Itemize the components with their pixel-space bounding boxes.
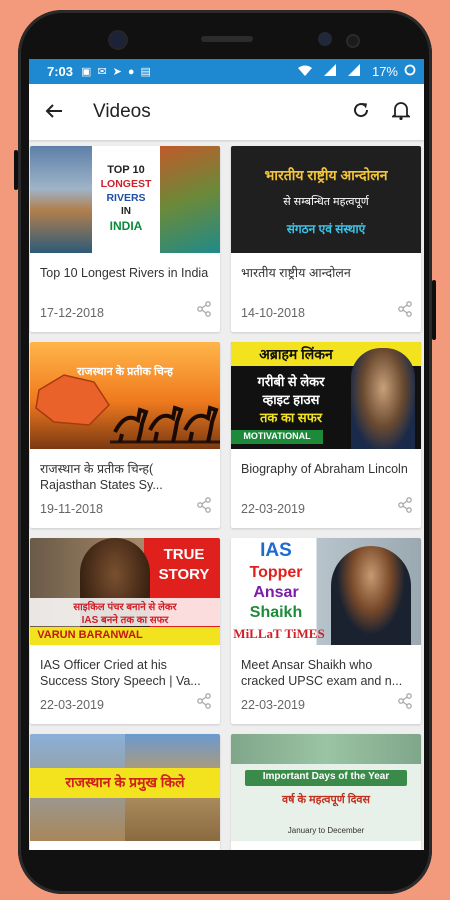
thumb-text: RIVERS xyxy=(106,192,146,204)
share-icon xyxy=(398,693,412,709)
share-button[interactable] xyxy=(196,301,212,322)
video-thumbnail[interactable]: IAS Topper Ansar Shaikh MiLLaT TiMES xyxy=(231,538,421,645)
share-button[interactable] xyxy=(196,497,212,518)
power-button xyxy=(432,280,436,340)
app-bar: Videos xyxy=(29,84,424,140)
proximity-sensor xyxy=(318,32,332,46)
thumb-text: साइकिल पंचर बनाने से लेकर xyxy=(73,602,177,613)
video-date: 17-12-2018 xyxy=(40,306,104,320)
share-button[interactable] xyxy=(196,693,212,714)
share-icon xyxy=(398,497,412,513)
twitter-notification-icon: ● xyxy=(127,65,135,78)
thumb-text: VARUN BARANWAL xyxy=(37,629,143,641)
video-date: 22-03-2019 xyxy=(40,698,104,712)
video-card[interactable]: राजस्थान के प्रतीक चिन्ह राजस्थान के प्र… xyxy=(30,342,220,528)
share-button[interactable] xyxy=(397,301,413,322)
share-icon xyxy=(398,301,412,317)
video-thumbnail[interactable]: अब्राहम लिंकन गरीबी से लेकर व्हाइट हाउस … xyxy=(231,342,421,449)
video-grid: TOP 10 LONGEST RIVERS IN INDIA Top 10 Lo… xyxy=(30,140,424,850)
thumb-text: Shaikh xyxy=(249,604,303,621)
bell-icon xyxy=(390,101,412,120)
video-date: 14-10-2018 xyxy=(241,306,305,320)
video-card[interactable]: TRUE STORY साइकिल पंचर बनाने से लेकर IAS… xyxy=(30,538,220,724)
video-date: 22-03-2019 xyxy=(241,502,305,516)
gallery-notification-icon: ▣ xyxy=(81,66,92,78)
thumb-text: IAS बनने तक का सफर xyxy=(81,615,169,626)
thumb-text: LONGEST xyxy=(100,178,152,190)
video-thumbnail[interactable]: राजस्थान के प्रतीक चिन्ह xyxy=(30,342,220,449)
thumb-text: STORY xyxy=(158,566,210,583)
video-title: Top 10 Longest Rivers in India xyxy=(40,266,209,280)
signal-icon xyxy=(323,64,336,79)
thumb-text: MiLLaT TiMES xyxy=(233,626,325,641)
page-title: Videos xyxy=(93,101,151,122)
back-button[interactable] xyxy=(29,99,79,125)
send-notification-icon: ➤ xyxy=(112,66,122,78)
battery-icon xyxy=(404,64,416,79)
thumb-text: संगठन एवं संस्थाएं xyxy=(286,222,366,236)
thumb-text: से सम्बन्धित महत्वपूर्ण xyxy=(283,196,369,208)
video-card[interactable]: भारतीय राष्ट्रीय आन्दोलन से सम्बन्धित मह… xyxy=(231,146,421,332)
thumb-text: वर्ष के महत्वपूर्ण दिवस xyxy=(282,794,370,806)
video-card[interactable]: TOP 10 LONGEST RIVERS IN INDIA Top 10 Lo… xyxy=(30,146,220,332)
thumb-text: TRUE xyxy=(163,546,205,563)
video-title: Meet Ansar Shaikh who cracked UPSC exam … xyxy=(241,658,403,688)
share-button[interactable] xyxy=(397,693,413,714)
thumb-text: Ansar xyxy=(253,584,299,601)
secondary-camera xyxy=(348,36,358,46)
front-camera xyxy=(110,32,126,48)
battery-percent: 17% xyxy=(371,64,398,79)
video-date: 22-03-2019 xyxy=(241,698,305,712)
news-notification-icon: ▤ xyxy=(140,66,151,78)
thumb-text: तक का सफर xyxy=(259,410,323,425)
refresh-icon xyxy=(354,102,369,117)
thumb-text: Topper xyxy=(249,564,303,581)
video-title: राजस्थान के प्रतीक चिन्ह( Rajasthan Stat… xyxy=(40,462,163,492)
thumb-text: गरीबी से लेकर xyxy=(257,374,325,389)
thumb-text: व्हाइट हाउस xyxy=(262,392,320,407)
app-screen: 7:03 ▣ ✉ ➤ ● ▤ 17% Videos TOP 10 LONGEST… xyxy=(29,59,424,850)
video-thumbnail[interactable]: TRUE STORY साइकिल पंचर बनाने से लेकर IAS… xyxy=(30,538,220,645)
share-button[interactable] xyxy=(397,497,413,518)
video-thumbnail[interactable]: Important Days of the Year वर्ष के महत्व… xyxy=(231,734,421,841)
thumb-text: IAS xyxy=(260,540,292,561)
video-date: 19-11-2018 xyxy=(40,502,104,516)
video-card[interactable]: राजस्थान के प्रमुख किले xyxy=(30,734,220,850)
thumb-text: MOTIVATIONAL xyxy=(243,431,311,441)
status-time: 7:03 xyxy=(47,64,74,79)
status-bar: 7:03 ▣ ✉ ➤ ● ▤ 17% xyxy=(29,59,424,84)
share-icon xyxy=(197,301,211,317)
thumb-text: अब्राहम लिंकन xyxy=(259,346,333,362)
thumb-text: Important Days of the Year xyxy=(262,771,390,782)
video-card[interactable]: अब्राहम लिंकन गरीबी से लेकर व्हाइट हाउस … xyxy=(231,342,421,528)
video-card[interactable]: IAS Topper Ansar Shaikh MiLLaT TiMES Mee… xyxy=(231,538,421,724)
earpiece-speaker xyxy=(201,36,253,42)
thumb-text: IN xyxy=(121,206,131,217)
share-icon xyxy=(197,693,211,709)
mail-notification-icon: ✉ xyxy=(97,66,107,78)
thumb-text: January to December xyxy=(287,826,365,835)
video-title: भारतीय राष्ट्रीय आन्दोलन xyxy=(241,266,351,280)
arrow-left-icon xyxy=(45,104,62,118)
video-thumbnail[interactable]: TOP 10 LONGEST RIVERS IN INDIA xyxy=(30,146,220,253)
thumb-text: INDIA xyxy=(109,219,143,233)
refresh-button[interactable] xyxy=(352,101,370,124)
video-title: IAS Officer Cried at his Success Story S… xyxy=(40,658,201,688)
thumb-text: TOP 10 xyxy=(107,164,145,176)
video-thumbnail[interactable]: राजस्थान के प्रमुख किले xyxy=(30,734,220,841)
thumb-text: राजस्थान के प्रमुख किले xyxy=(65,774,185,790)
video-card[interactable]: Important Days of the Year वर्ष के महत्व… xyxy=(231,734,421,850)
notifications-button[interactable] xyxy=(390,100,412,125)
share-icon xyxy=(197,497,211,513)
wifi-icon xyxy=(297,65,312,79)
thumb-text: भारतीय राष्ट्रीय आन्दोलन xyxy=(264,167,388,183)
video-title: Biography of Abraham Lincoln xyxy=(241,462,408,476)
signal-icon-2 xyxy=(347,64,360,79)
volume-button xyxy=(14,150,18,190)
thumb-text: राजस्थान के प्रतीक चिन्ह xyxy=(77,366,173,378)
video-thumbnail[interactable]: भारतीय राष्ट्रीय आन्दोलन से सम्बन्धित मह… xyxy=(231,146,421,253)
